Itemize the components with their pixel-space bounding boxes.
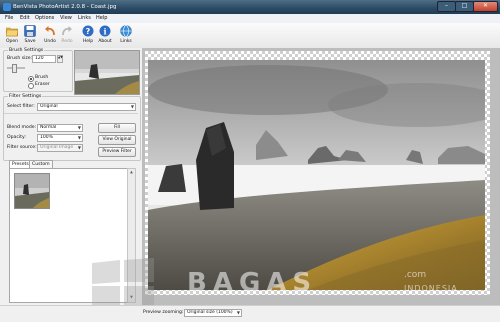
- filter-settings-label: Filter Settings: [8, 94, 43, 99]
- links-button[interactable]: Links: [117, 24, 135, 47]
- preset-image: [15, 174, 49, 208]
- blend-mode-label: Blend mode:: [7, 125, 37, 130]
- close-button[interactable]: ✕: [473, 1, 498, 12]
- brush-size-slider-thumb[interactable]: [12, 64, 17, 73]
- redo-icon: [62, 26, 72, 36]
- view-original-button[interactable]: View Original: [98, 135, 136, 145]
- opacity-label: Opacity:: [7, 135, 26, 140]
- chevron-down-icon: ▼: [77, 125, 81, 130]
- menu-file[interactable]: File: [5, 15, 13, 22]
- about-button[interactable]: i About: [96, 24, 114, 47]
- eraser-radio[interactable]: [28, 83, 34, 89]
- thumbnail-image: [75, 51, 139, 94]
- app-icon: [3, 3, 11, 11]
- brush-radio-label: Brush: [35, 75, 49, 80]
- maximize-button[interactable]: □: [455, 1, 474, 12]
- svg-text:i: i: [103, 27, 106, 37]
- filter-source-dropdown[interactable]: Original Image ▼: [37, 144, 83, 152]
- redo-button[interactable]: Redo: [58, 24, 76, 47]
- tab-custom[interactable]: Custom: [29, 160, 53, 168]
- watermark-com: .com: [404, 270, 427, 280]
- preview-filter-button[interactable]: Preview Filter: [98, 147, 136, 157]
- toolbar: Open Save Undo Redo ? Help i About Links: [0, 23, 500, 49]
- globe-icon: [120, 25, 132, 37]
- coast-photo: [148, 60, 485, 290]
- help-icon: ?: [82, 25, 94, 37]
- filter-divider: [4, 113, 138, 114]
- status-bar: Preview zooming: Original size (100%) ▼: [0, 305, 500, 322]
- scroll-up-icon[interactable]: ▲: [129, 170, 134, 176]
- preset-thumbnail[interactable]: [14, 173, 50, 209]
- preview-zoom-label: Preview zooming:: [143, 310, 184, 315]
- opacity-dropdown[interactable]: 100% ▼: [37, 134, 83, 142]
- menu-links[interactable]: Links: [78, 15, 91, 22]
- windows-logo-watermark: [82, 258, 162, 308]
- window-title: BenVista PhotoArtist 2.0.8 - Coast.jpg: [13, 4, 117, 10]
- brush-size-input[interactable]: 120: [32, 55, 56, 63]
- menu-options[interactable]: Options: [35, 15, 54, 22]
- eraser-radio-label: Eraser: [35, 82, 50, 87]
- watermark-text: BAGAS: [187, 268, 318, 298]
- brush-size-label: Brush size:: [7, 56, 33, 61]
- floppy-icon: [24, 25, 36, 37]
- undo-icon: [45, 26, 55, 36]
- fill-button[interactable]: Fill: [98, 123, 136, 133]
- filter-source-label: Filter source:: [7, 145, 37, 150]
- preview-zoom-dropdown[interactable]: Original size (100%) ▼: [184, 309, 242, 317]
- menu-edit[interactable]: Edit: [20, 15, 30, 22]
- brush-size-spinner[interactable]: ▲▼: [57, 55, 63, 63]
- canvas-area[interactable]: BAGAS .com INDONESIA: [92, 48, 500, 308]
- chevron-down-icon: ▼: [77, 135, 81, 140]
- title-bar: BenVista PhotoArtist 2.0.8 - Coast.jpg –…: [0, 0, 500, 14]
- save-button[interactable]: Save: [21, 24, 39, 47]
- folder-icon: [6, 27, 18, 37]
- blend-mode-dropdown[interactable]: Normal ▼: [37, 124, 83, 132]
- chevron-down-icon: ▼: [77, 145, 81, 150]
- brush-radio[interactable]: [28, 76, 34, 82]
- chevron-down-icon: ▼: [130, 104, 134, 109]
- image-thumbnail[interactable]: [74, 50, 140, 95]
- menu-help[interactable]: Help: [96, 15, 107, 22]
- info-icon: i: [99, 25, 111, 37]
- minimize-button[interactable]: –: [437, 1, 456, 12]
- select-filter-label: Select filter:: [7, 104, 35, 109]
- menu-view[interactable]: View: [60, 15, 72, 22]
- chevron-down-icon: ▼: [236, 310, 240, 315]
- brush-settings-label: Brush Settings: [8, 48, 45, 53]
- select-filter-dropdown[interactable]: Original ▼: [37, 103, 136, 111]
- watermark-sub: INDONESIA: [404, 284, 458, 293]
- svg-text:?: ?: [86, 27, 91, 36]
